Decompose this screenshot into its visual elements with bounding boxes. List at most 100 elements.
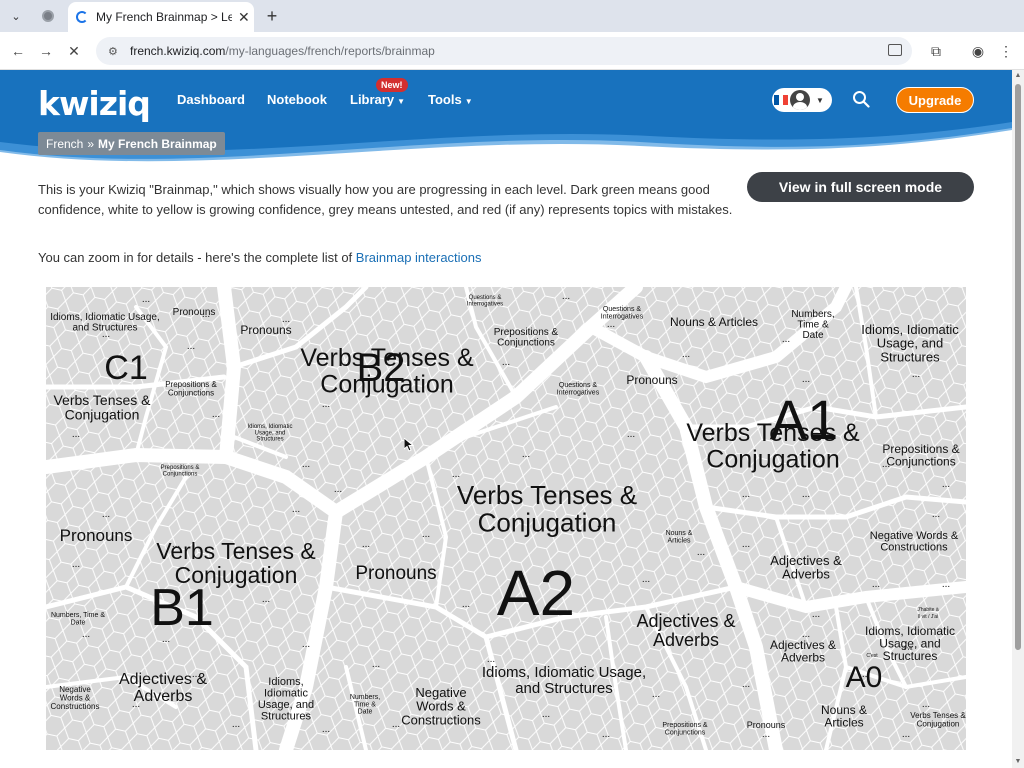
cell-ellipsis[interactable]: ... <box>262 594 270 605</box>
cell-ellipsis[interactable]: ... <box>542 709 550 720</box>
cell-ellipsis[interactable]: ... <box>802 489 810 500</box>
cell-ellipsis[interactable]: ... <box>162 634 170 645</box>
cell-ellipsis[interactable]: ... <box>132 699 140 710</box>
topic-label[interactable]: Verbs Tenses & Conjugation <box>156 538 315 588</box>
topic-label[interactable]: Nouns & Articles <box>670 315 758 329</box>
cell-ellipsis[interactable]: ... <box>372 659 380 670</box>
cell-ellipsis[interactable]: ... <box>602 729 610 740</box>
cell-ellipsis[interactable]: ... <box>322 399 330 410</box>
tab-search-chevron-icon[interactable]: ⌄ <box>6 7 26 25</box>
nav-notebook[interactable]: Notebook <box>267 92 327 107</box>
forward-icon[interactable]: → <box>36 41 56 61</box>
brainmap[interactable]: C1 B2 A1 B1 A2 A0 Idioms, Idiomatic Usage, and … <box>46 287 966 750</box>
cell-ellipsis[interactable]: ... <box>462 599 470 610</box>
cell-ellipsis[interactable]: ... <box>362 539 370 550</box>
topic-label[interactable]: Pronouns <box>355 563 436 584</box>
kwiziq-logo[interactable]: kwiziq <box>38 84 151 123</box>
cell-ellipsis[interactable]: ... <box>607 319 615 330</box>
cell-ellipsis[interactable]: ... <box>102 509 110 520</box>
cell-ellipsis[interactable]: ... <box>872 579 880 590</box>
profile-icon[interactable]: ◉ <box>968 41 988 61</box>
cell-ellipsis[interactable]: ... <box>82 629 90 640</box>
cell-ellipsis[interactable]: ... <box>422 529 430 540</box>
cell-ellipsis[interactable]: ... <box>512 569 520 580</box>
topic-label[interactable]: Prepositions & Conjunctions <box>165 380 217 397</box>
new-tab-icon[interactable]: + <box>262 6 282 26</box>
upgrade-button[interactable]: Upgrade <box>896 87 974 113</box>
cell-ellipsis[interactable]: ... <box>782 334 790 345</box>
cell-ellipsis[interactable]: ... <box>652 689 660 700</box>
cell-ellipsis[interactable]: ... <box>682 349 690 360</box>
topic-label[interactable]: Pronouns <box>240 323 291 337</box>
page-scrollbar[interactable]: ▲ ▼ <box>1012 70 1024 768</box>
cell-ellipsis[interactable]: ... <box>522 449 530 460</box>
cell-ellipsis[interactable]: ... <box>942 479 950 490</box>
topic-label[interactable]: Questions & Interrogatives <box>557 382 600 396</box>
cell-ellipsis[interactable]: ... <box>942 579 950 590</box>
cell-ellipsis[interactable]: ... <box>902 729 910 740</box>
cell-ellipsis[interactable]: ... <box>192 669 200 680</box>
topic-label[interactable]: Prepositions & Conjunctions <box>882 442 959 469</box>
small-label[interactable]: J'habite à <box>917 607 938 613</box>
small-label[interactable]: Il vit <box>904 646 914 652</box>
cell-ellipsis[interactable]: ... <box>862 669 870 680</box>
cell-ellipsis[interactable]: ... <box>392 719 400 730</box>
cell-ellipsis[interactable]: ... <box>597 519 605 530</box>
cell-ellipsis[interactable]: ... <box>642 574 650 585</box>
cell-ellipsis[interactable]: ... <box>627 429 635 440</box>
topic-label[interactable]: Verbs Tenses & Conjugation <box>457 480 637 537</box>
cell-ellipsis[interactable]: ... <box>697 547 705 558</box>
nav-tools[interactable]: Tools ▼ <box>428 92 473 107</box>
small-label[interactable]: C'est <box>866 653 878 659</box>
topic-label[interactable]: Pronouns <box>60 526 133 545</box>
cell-ellipsis[interactable]: ... <box>334 484 342 495</box>
cell-ellipsis[interactable]: ... <box>72 429 80 440</box>
topic-label[interactable]: Negative Words & Constructions <box>870 530 959 554</box>
fullscreen-button[interactable]: View in full screen mode <box>747 172 974 202</box>
back-icon[interactable]: ← <box>8 41 28 61</box>
stop-loading-icon[interactable]: ✕ <box>64 41 84 61</box>
cell-ellipsis[interactable]: ... <box>802 629 810 640</box>
topic-label[interactable]: Nouns & Articles <box>821 703 867 730</box>
cell-ellipsis[interactable]: ... <box>742 489 750 500</box>
cell-ellipsis[interactable]: ... <box>562 291 570 302</box>
active-tab[interactable]: My French Brainmap > Learn ✕ <box>68 2 254 32</box>
topic-label[interactable]: Verbs Tenses & Conjugation <box>910 711 966 728</box>
cell-ellipsis[interactable]: ... <box>292 504 300 515</box>
small-label[interactable]: Il vit / J'ai <box>918 614 938 620</box>
site-info-icon[interactable]: ⚙ <box>108 45 120 58</box>
topic-label[interactable]: Pronouns <box>626 373 677 387</box>
cell-ellipsis[interactable]: ... <box>742 679 750 690</box>
topic-label[interactable]: Verbs Tenses & Conjugation <box>686 419 860 473</box>
topic-label[interactable]: Questions & Interrogatives <box>467 295 503 307</box>
address-bar[interactable]: ⚙ french.kwiziq.com/my-languages/french/… <box>96 37 912 65</box>
cell-ellipsis[interactable]: ... <box>172 539 180 550</box>
cell-ellipsis[interactable]: ... <box>742 539 750 550</box>
topic-label[interactable]: Prepositions & Conjunctions <box>494 327 559 349</box>
cell-ellipsis[interactable]: ... <box>282 314 290 325</box>
cell-ellipsis[interactable]: ... <box>452 469 460 480</box>
cell-ellipsis[interactable]: ... <box>212 409 220 420</box>
topic-label[interactable]: Nouns & Articles <box>666 530 693 544</box>
nav-library[interactable]: Library ▼ <box>350 92 405 107</box>
cell-ellipsis[interactable]: ... <box>302 639 310 650</box>
cell-ellipsis[interactable]: ... <box>812 609 820 620</box>
topic-label[interactable]: Verbs Tenses & Conjugation <box>300 344 474 398</box>
cell-ellipsis[interactable]: ... <box>487 654 495 665</box>
language-account-toggle[interactable]: ▼ <box>772 88 832 112</box>
cell-ellipsis[interactable]: ... <box>802 374 810 385</box>
inactive-tab[interactable] <box>36 6 60 26</box>
cell-ellipsis[interactable]: ... <box>72 559 80 570</box>
cell-ellipsis[interactable]: ... <box>187 341 195 352</box>
scroll-up-icon[interactable]: ▲ <box>1014 72 1022 80</box>
scrollbar-thumb[interactable] <box>1015 84 1021 650</box>
cell-ellipsis[interactable]: ... <box>232 719 240 730</box>
breadcrumb-french[interactable]: French <box>46 137 83 151</box>
extensions-icon[interactable]: ⧉ <box>926 41 946 61</box>
cell-ellipsis[interactable]: ... <box>142 294 150 305</box>
cell-ellipsis[interactable]: ... <box>202 309 210 320</box>
nav-dashboard[interactable]: Dashboard <box>177 92 245 107</box>
close-tab-icon[interactable]: ✕ <box>238 9 250 26</box>
cell-ellipsis[interactable]: ... <box>102 329 110 340</box>
cell-ellipsis[interactable]: ... <box>932 509 940 520</box>
